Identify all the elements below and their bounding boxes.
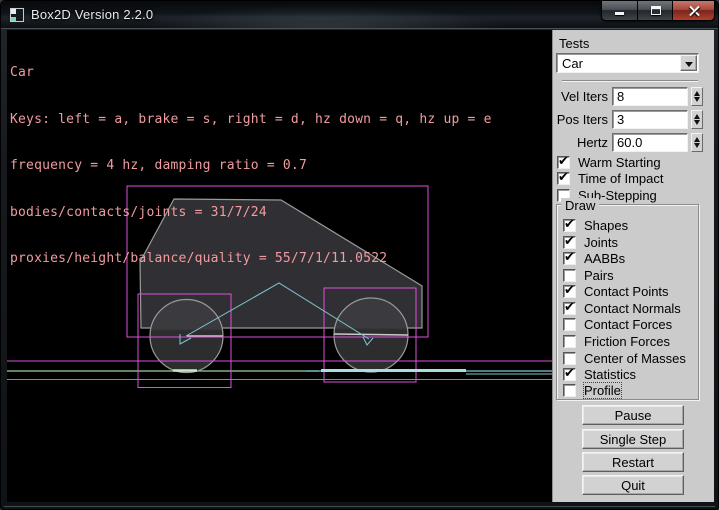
app-window: Box2D Version 2.2.0 [0,0,719,510]
pos-iters-input[interactable] [612,110,688,129]
checkbox-box[interactable]: ✔ [563,236,576,249]
app-icon [10,8,24,22]
close-button[interactable] [672,1,714,20]
spinner-up-icon[interactable] [694,137,700,142]
window-border-highlight [4,506,715,507]
spinner-down-icon[interactable] [694,97,700,102]
spinner-down-icon[interactable] [694,143,700,148]
maximize-icon [651,6,661,15]
hertz-label: Hertz [553,135,608,150]
checkmark-icon: ✔ [564,217,575,232]
restart-button[interactable]: Restart [582,452,684,472]
spinner-up-icon[interactable] [694,114,700,119]
chevron-down-icon [685,62,693,67]
tests-dropdown[interactable]: Car [556,53,699,73]
checkbox-box[interactable]: ✔ [563,219,576,232]
checkbox-box[interactable] [563,269,576,282]
checkmark-icon: ✔ [564,366,575,381]
separator [562,80,698,82]
tests-dropdown-value: Car [562,56,583,71]
simulation-canvas[interactable]: Car Keys: left = a, brake = s, right = d… [7,30,552,502]
checkbox-box[interactable]: ✔ [563,252,576,265]
vel-iters-row: Vel Iters [553,87,714,106]
pos-iters-row: Pos Iters [553,110,714,129]
spinner-up-icon[interactable] [694,91,700,96]
pos-iters-spinner[interactable] [691,110,703,129]
tests-dropdown-button[interactable] [680,55,697,71]
checkmark-icon: ✔ [564,300,575,315]
checkbox-box[interactable] [563,335,576,348]
minimize-button[interactable] [602,1,637,20]
checkbox-box[interactable]: ✔ [557,172,570,185]
tests-label: Tests [559,36,589,51]
hertz-input[interactable] [612,133,688,152]
checkbox-box[interactable] [563,384,576,397]
caption-buttons [601,1,715,21]
vel-iters-input[interactable] [612,87,688,106]
checkmark-icon: ✔ [558,154,569,169]
pos-iters-label: Pos Iters [553,112,608,127]
right-wheel-radius-line [334,334,408,335]
spinner-down-icon[interactable] [694,120,700,125]
app-icon-detail [11,9,16,14]
maximize-button[interactable] [637,1,672,20]
overlay-bodies: bodies/contacts/joints = 31/7/24 [10,205,492,221]
vel-iters-spinner[interactable] [691,87,703,106]
checkmark-icon: ✔ [558,170,569,185]
checkbox-box[interactable]: ✔ [563,368,576,381]
titlebar[interactable]: Box2D Version 2.2.0 [1,1,718,29]
overlay-frequency: frequency = 4 hz, damping ratio = 0.7 [10,158,492,174]
hertz-row: Hertz [553,133,714,152]
checkmark-icon: ✔ [564,250,575,265]
single-step-button[interactable]: Single Step [582,429,684,449]
stats-overlay: Car Keys: left = a, brake = s, right = d… [10,34,492,298]
checkbox-box[interactable] [563,352,576,365]
checkbox-box[interactable]: ✔ [563,285,576,298]
draw-group-label: Draw [561,198,599,213]
checkbox-box[interactable]: ✔ [557,156,570,169]
pause-button[interactable]: Pause [582,405,684,425]
overlay-test-name: Car [10,65,492,81]
overlay-keys: Keys: left = a, brake = s, right = d, hz… [10,112,492,128]
checkmark-icon: ✔ [564,283,575,298]
quit-button[interactable]: Quit [582,475,684,495]
app-icon-detail [11,17,16,21]
vel-iters-label: Vel Iters [553,89,608,104]
window-title: Box2D Version 2.2.0 [31,7,153,22]
overlay-proxies: proxies/height/balance/quality = 55/7/1/… [10,251,492,267]
minimize-icon [615,12,624,15]
checkbox-box[interactable] [563,318,576,331]
control-panel: Tests Car Vel Iters Pos Iters He [552,30,714,502]
checkbox-box[interactable]: ✔ [563,302,576,315]
checkmark-icon: ✔ [564,234,575,249]
hertz-spinner[interactable] [691,133,703,152]
